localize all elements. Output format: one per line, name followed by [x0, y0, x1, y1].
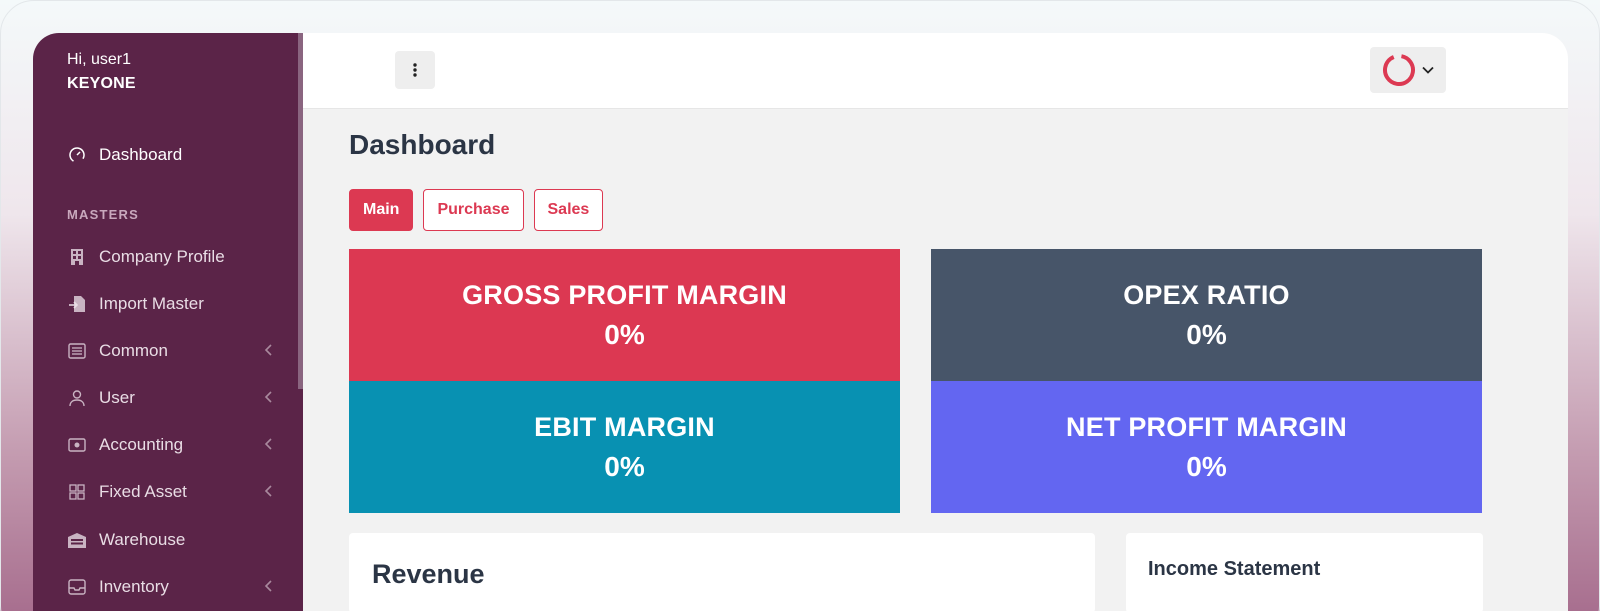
sidebar-item-company-profile[interactable]: Company Profile: [67, 244, 277, 270]
sidebar-item-label: Import Master: [99, 294, 204, 313]
kpi-value: 0%: [604, 318, 645, 350]
sidebar-item-label: Common: [99, 341, 168, 360]
sidebar-item-warehouse[interactable]: Warehouse: [67, 527, 277, 553]
top-bar: [303, 33, 1568, 109]
sidebar-item-fixed-asset[interactable]: Fixed Asset: [67, 479, 277, 505]
sidebar-item-inventory[interactable]: Inventory: [67, 574, 277, 600]
file-import-icon: [67, 294, 87, 314]
user-menu-button[interactable]: [1370, 47, 1446, 93]
kpi-title: NET PROFIT MARGIN: [1066, 411, 1347, 442]
revenue-card-title: Revenue: [372, 559, 485, 589]
kpi-value: 0%: [1186, 450, 1227, 482]
dashboard-tabs: Main Purchase Sales: [349, 189, 604, 231]
income-statement-card: Income Statement: [1126, 533, 1483, 611]
dashboard-gauge-icon: [67, 145, 87, 165]
kpi-value: 0%: [604, 450, 645, 482]
kpi-title: EBIT MARGIN: [534, 411, 715, 442]
chevron-down-icon: [1422, 66, 1434, 74]
building-icon: [67, 247, 87, 267]
sidebar-item-dashboard[interactable]: Dashboard: [67, 142, 277, 168]
tab-purchase[interactable]: Purchase: [423, 189, 524, 231]
grid-icon: [67, 482, 87, 502]
kpi-net-profit-margin: NET PROFIT MARGIN 0%: [931, 381, 1482, 513]
avatar-ring-icon: [1383, 54, 1415, 86]
revenue-card: Revenue: [349, 533, 1095, 611]
money-icon: [67, 435, 87, 455]
main-content: Dashboard Main Purchase Sales GROSS PROF…: [303, 109, 1568, 611]
user-greeting: Hi, user1: [67, 51, 132, 68]
sidebar-item-common[interactable]: Common: [67, 338, 277, 364]
sidebar-item-import-master[interactable]: Import Master: [67, 291, 277, 317]
app-window: Hi, user1 KEYONE Dashboard MASTERS Compa…: [33, 33, 1568, 611]
kpi-title: OPEX RATIO: [1123, 279, 1290, 310]
kpi-title: GROSS PROFIT MARGIN: [462, 279, 787, 310]
sidebar-section-masters: MASTERS: [67, 207, 139, 222]
tab-main[interactable]: Main: [349, 189, 414, 231]
sidebar-item-label: Dashboard: [99, 145, 183, 164]
chevron-left-icon: [264, 391, 272, 403]
kpi-opex-ratio: OPEX RATIO 0%: [931, 249, 1482, 381]
sidebar-item-label: Company Profile: [99, 247, 225, 266]
chevron-left-icon: [264, 580, 272, 592]
sidebar-item-user[interactable]: User: [67, 385, 277, 411]
list-icon: [67, 341, 87, 361]
sidebar-item-label: Inventory: [99, 577, 169, 596]
sidebar-item-label: Accounting: [99, 435, 184, 454]
sidebar-item-label: Fixed Asset: [99, 482, 187, 501]
kebab-menu-icon: [413, 63, 417, 77]
chevron-left-icon: [264, 485, 272, 497]
company-name: KEYONE: [67, 75, 136, 92]
page-title: Dashboard: [349, 129, 496, 160]
kpi-gross-profit-margin: GROSS PROFIT MARGIN 0%: [349, 249, 900, 381]
sidebar-item-label: User: [99, 388, 135, 407]
inbox-icon: [67, 577, 87, 597]
warehouse-icon: [67, 530, 87, 550]
chevron-left-icon: [264, 438, 272, 450]
sidebar-item-label: Warehouse: [99, 530, 186, 549]
sidebar: Hi, user1 KEYONE Dashboard MASTERS Compa…: [33, 33, 303, 611]
tab-sales[interactable]: Sales: [533, 189, 604, 231]
kpi-value: 0%: [1186, 318, 1227, 350]
income-statement-card-title: Income Statement: [1148, 558, 1321, 580]
sidebar-item-accounting[interactable]: Accounting: [67, 432, 277, 458]
menu-toggle-button[interactable]: [395, 51, 435, 89]
chevron-left-icon: [264, 344, 272, 356]
user-icon: [67, 388, 87, 408]
kpi-ebit-margin: EBIT MARGIN 0%: [349, 381, 900, 513]
